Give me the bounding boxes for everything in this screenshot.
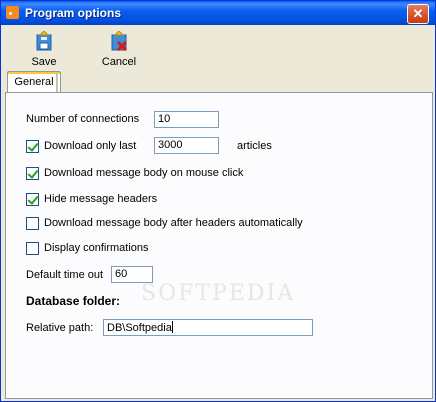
- general-panel: SOFTPEDIA Number of connections 10 Downl…: [5, 92, 433, 399]
- cancel-button[interactable]: Cancel: [89, 29, 149, 69]
- rss-icon: [6, 6, 19, 19]
- database-folder-heading: Database folder:: [26, 294, 121, 308]
- watermark: SOFTPEDIA: [141, 281, 296, 306]
- display-confirmations-checkbox[interactable]: [26, 242, 39, 255]
- toolbar: Save Cancel: [1, 25, 435, 69]
- text-caret: [171, 321, 173, 333]
- cancel-label: Cancel: [101, 56, 137, 68]
- hide-headers-checkbox[interactable]: [26, 193, 39, 206]
- relative-path-input[interactable]: DB\Softpedia: [103, 319, 313, 336]
- default-timeout-input[interactable]: 60: [111, 266, 153, 283]
- tab-general-label: General: [14, 76, 54, 88]
- default-timeout-label: Default time out: [26, 269, 104, 281]
- download-body-on-click-checkbox[interactable]: [26, 167, 39, 180]
- save-button[interactable]: Save: [14, 29, 74, 69]
- display-confirmations-label: Display confirmations: [44, 242, 149, 254]
- program-options-window: Program options ✕ Save Cancel General SO…: [0, 0, 436, 402]
- window-title: Program options: [25, 6, 122, 20]
- download-only-last-input[interactable]: 3000: [154, 137, 219, 154]
- save-icon: [36, 31, 52, 51]
- download-only-last-checkbox[interactable]: [26, 140, 39, 153]
- tab-separator: [56, 73, 58, 92]
- download-body-after-headers-checkbox[interactable]: [26, 217, 39, 230]
- tab-general[interactable]: General: [7, 71, 61, 93]
- relative-path-label: Relative path:: [26, 322, 94, 334]
- download-body-after-headers-label: Download message body after headers auto…: [44, 217, 303, 229]
- title-bar[interactable]: Program options ✕: [1, 1, 435, 25]
- connections-input[interactable]: 10: [154, 111, 219, 128]
- download-body-on-click-label: Download message body on mouse click: [44, 167, 244, 179]
- save-label: Save: [31, 56, 57, 68]
- close-button[interactable]: ✕: [407, 4, 429, 24]
- close-icon: ✕: [412, 6, 424, 21]
- download-only-last-label: Download only last: [44, 140, 137, 152]
- relative-path-value: DB\Softpedia: [107, 322, 172, 334]
- hide-headers-label: Hide message headers: [44, 193, 158, 205]
- cancel-icon: [111, 31, 128, 51]
- connections-label: Number of connections: [26, 113, 140, 125]
- articles-label: articles: [237, 140, 272, 152]
